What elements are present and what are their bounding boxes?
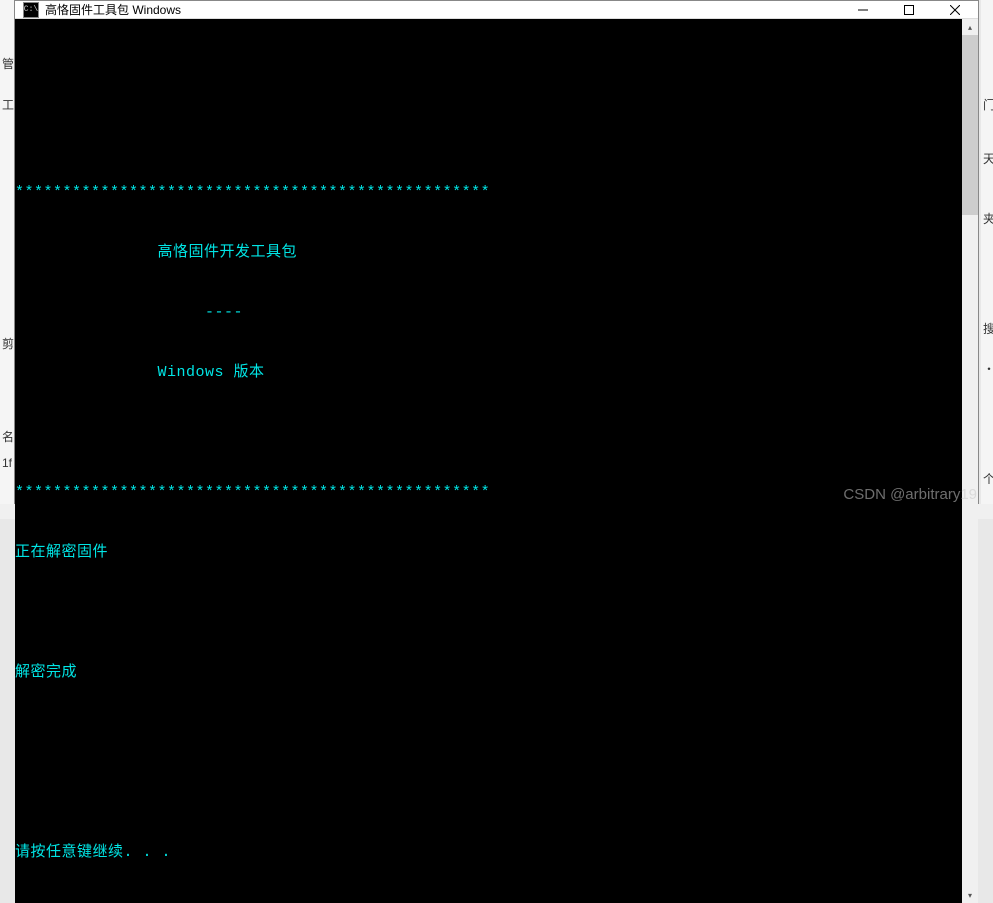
console-app-icon: C:\ — [23, 2, 39, 18]
console-line: Windows 版本 — [15, 363, 962, 383]
scroll-up-button[interactable]: ▴ — [962, 19, 978, 35]
console-line: 高恪固件开发工具包 — [15, 243, 962, 263]
background-right-strip: 门 天 夹 搜 ・ 个 — [981, 0, 993, 519]
vertical-scrollbar[interactable]: ▴ ▾ — [962, 19, 978, 903]
console-line: ---- — [15, 303, 962, 323]
minimize-button[interactable] — [840, 1, 886, 18]
console-body-wrap: ****************************************… — [15, 19, 978, 903]
console-output[interactable]: ****************************************… — [15, 19, 962, 903]
console-line — [15, 63, 962, 83]
console-line: 解密完成 — [15, 663, 962, 683]
console-line: 正在解密固件 — [15, 543, 962, 563]
window-controls — [840, 1, 978, 18]
scroll-down-button[interactable]: ▾ — [962, 887, 978, 903]
bg-char: 搜 — [983, 320, 993, 337]
scroll-thumb[interactable] — [962, 35, 978, 215]
console-window: C:\ 高恪固件工具包 Windows ********************… — [14, 0, 979, 504]
maximize-button[interactable] — [886, 1, 932, 18]
console-line — [15, 423, 962, 443]
console-line — [15, 603, 962, 623]
console-line: 请按任意键继续. . . — [15, 843, 962, 863]
close-button[interactable] — [932, 1, 978, 18]
console-line: ****************************************… — [15, 483, 962, 503]
bg-char: 天 — [983, 150, 993, 167]
bg-char: 管 — [2, 55, 14, 72]
bg-char: 夹 — [983, 210, 993, 227]
console-line: ****************************************… — [15, 183, 962, 203]
window-titlebar[interactable]: C:\ 高恪固件工具包 Windows — [15, 1, 978, 19]
bg-char: ・ — [983, 360, 993, 377]
bg-char: 门 — [983, 96, 993, 113]
window-title: 高恪固件工具包 Windows — [45, 1, 840, 18]
bg-char: 1f — [2, 456, 12, 470]
console-line — [15, 123, 962, 143]
console-line — [15, 723, 962, 743]
bg-char: 工 — [2, 96, 14, 113]
console-line — [15, 783, 962, 803]
bg-char: 个 — [983, 470, 993, 487]
bg-char: 名 — [2, 428, 14, 445]
bg-char: 剪 — [2, 335, 14, 352]
